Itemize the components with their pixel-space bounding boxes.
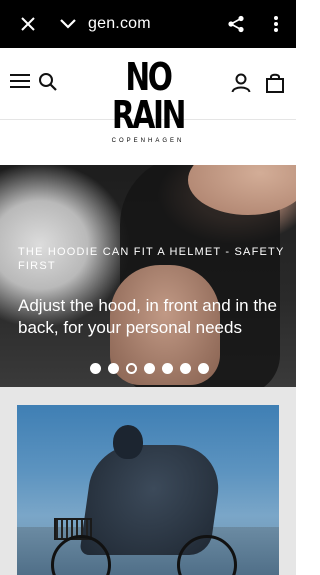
carousel-dots xyxy=(90,363,209,374)
logo-subtitle: COPENHAGEN xyxy=(111,138,185,144)
logo-wordmark: NO RAIN xyxy=(111,55,187,137)
carousel-dot-active[interactable] xyxy=(126,363,137,374)
bag-icon xyxy=(266,73,284,93)
carousel-dot[interactable] xyxy=(180,363,191,374)
close-tab-button[interactable] xyxy=(8,0,48,48)
share-button[interactable] xyxy=(216,0,256,48)
carousel-dot[interactable] xyxy=(162,363,173,374)
chevron-down-icon xyxy=(60,19,76,29)
product-section xyxy=(0,387,296,575)
minimize-button[interactable] xyxy=(48,0,88,48)
share-icon xyxy=(228,15,244,33)
hero-carousel[interactable]: THE HOODIE CAN FIT A HELMET - SAFETY FIR… xyxy=(0,165,296,387)
url-text[interactable]: gen.com xyxy=(88,15,151,33)
carousel-dot[interactable] xyxy=(108,363,119,374)
account-icon xyxy=(231,73,251,93)
site-logo[interactable]: NO RAIN COPENHAGEN xyxy=(98,58,198,144)
menu-icon[interactable] xyxy=(10,74,30,90)
product-image[interactable] xyxy=(17,405,279,575)
search-icon xyxy=(39,73,57,91)
carousel-dot[interactable] xyxy=(90,363,101,374)
close-icon xyxy=(21,17,35,31)
site-header: NO RAIN COPENHAGEN xyxy=(0,48,296,144)
hero-kicker-text: THE HOODIE CAN FIT A HELMET - SAFETY FIR… xyxy=(18,246,285,272)
carousel-dot[interactable] xyxy=(144,363,155,374)
browser-toolbar: gen.com xyxy=(0,0,296,48)
more-options-button[interactable] xyxy=(256,0,296,48)
carousel-dot[interactable] xyxy=(198,363,209,374)
search-button[interactable] xyxy=(38,72,58,97)
cart-button[interactable] xyxy=(265,72,285,99)
account-button[interactable] xyxy=(230,72,252,99)
more-vertical-icon xyxy=(274,16,278,32)
image-rider-helmet xyxy=(113,425,143,459)
hero-title: Adjust the hood, in front and in the bac… xyxy=(18,296,277,337)
